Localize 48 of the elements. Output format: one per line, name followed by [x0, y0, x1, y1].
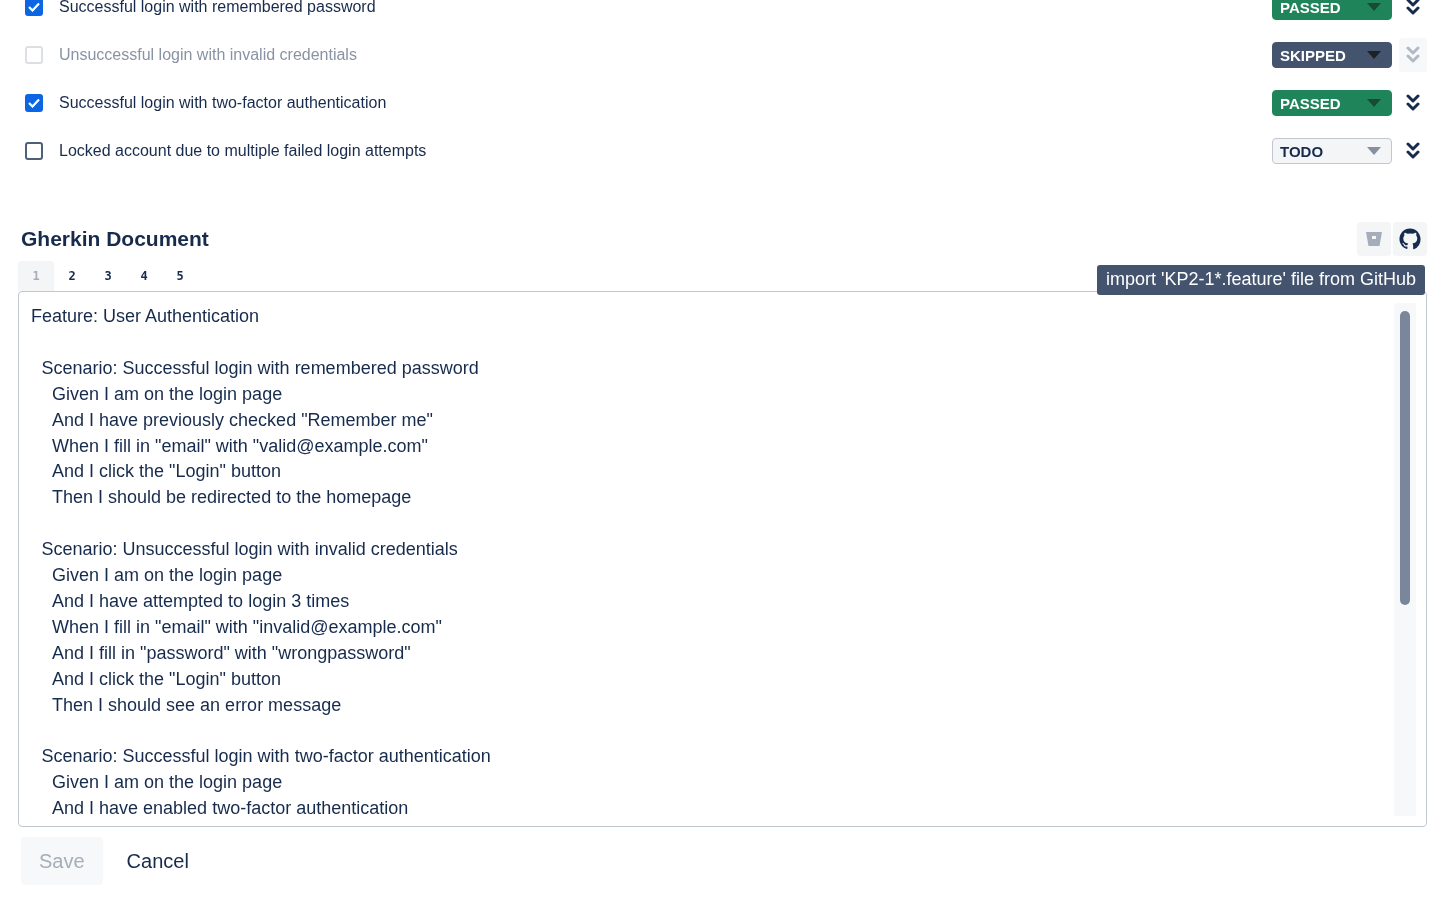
code-line: When I fill in "email" with "valid@example.com": [51, 434, 429, 458]
status-dropdown[interactable]: TODO: [1272, 138, 1392, 164]
checkbox[interactable]: [25, 94, 43, 112]
code-line: Given I am on the login page: [51, 382, 284, 406]
scrollbar-thumb[interactable]: [1400, 311, 1410, 605]
status-dropdown[interactable]: PASSED: [1272, 90, 1392, 116]
scrollbar[interactable]: [1394, 303, 1416, 816]
caret-icon: [1367, 99, 1381, 107]
checkbox[interactable]: [25, 0, 43, 16]
section-title: Gherkin Document: [21, 227, 209, 251]
github-icon: [1399, 228, 1421, 250]
code-line: Scenario: Successful login with remembered password: [40, 356, 480, 380]
code-line: Given I am on the login page: [51, 771, 284, 795]
code-line: And I have attempted to login 3 times: [51, 589, 351, 613]
caret-icon: [1367, 51, 1381, 59]
test-case-label: Successful login with two-factor authentication: [59, 94, 388, 112]
gherkin-editor[interactable]: [18, 291, 1427, 827]
caret-icon: [1367, 147, 1381, 155]
bucket-icon: [1365, 231, 1383, 247]
code-line: And I click the "Login" button: [51, 667, 282, 691]
code-line: Given I am on the login page: [51, 564, 284, 588]
page-tab[interactable]: 5: [162, 261, 198, 291]
code-line: Scenario: Unsuccessful login with invalid credentials: [40, 538, 459, 562]
checkbox[interactable]: [25, 142, 43, 160]
code-line: And I have previously checked "Remember me": [51, 408, 434, 432]
page-tab[interactable]: 3: [90, 261, 126, 291]
code-line: Then I should be redirected to the homepage: [51, 486, 413, 510]
double-chevron-icon: [1406, 142, 1420, 160]
code-line: And I fill in "password" with "wrongpassword": [51, 641, 412, 665]
page-tab[interactable]: 4: [126, 261, 162, 291]
status-dropdown[interactable]: PASSED: [1272, 0, 1392, 20]
double-chevron-icon: [1406, 94, 1420, 112]
code-line: Feature: User Authentication: [31, 305, 261, 328]
double-chevron-icon: [1406, 46, 1420, 64]
code-line: And I click the "Login" button: [51, 460, 282, 484]
code-line: Scenario: Successful login with two-factor authentication: [40, 745, 492, 769]
test-case-label: Unsuccessful login with invalid credentials: [59, 46, 358, 64]
code-line: Then I should see an error message: [51, 693, 343, 717]
cancel-button[interactable]: Cancel: [110, 837, 205, 885]
page-tab[interactable]: 2: [54, 261, 90, 291]
code-line: When I fill in "email" with "invalid@example.com": [51, 615, 443, 639]
double-chevron-icon: [1406, 0, 1420, 16]
code-line: And I have enabled two-factor authentication: [51, 797, 410, 821]
tooltip: import 'KP2-1*.feature' file from GitHub: [1097, 265, 1425, 295]
caret-icon: [1367, 3, 1381, 11]
github-button[interactable]: [1393, 222, 1427, 256]
test-case-label: Successful login with remembered password: [59, 0, 377, 16]
test-case-label: Locked account due to multiple failed login attempts: [59, 142, 428, 160]
